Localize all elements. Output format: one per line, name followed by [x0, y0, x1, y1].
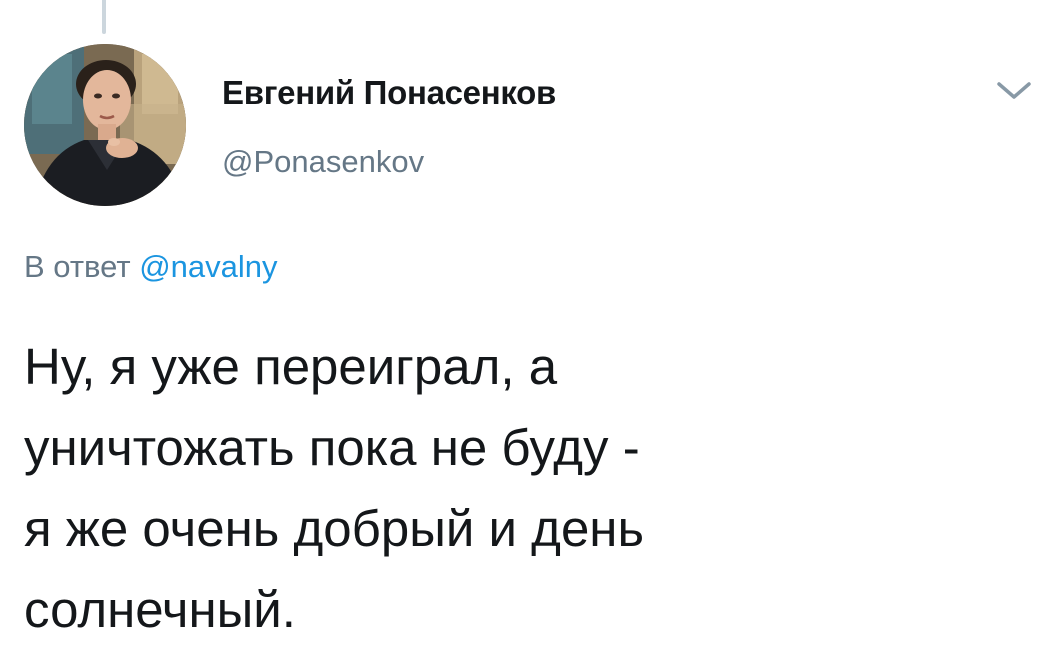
- tweet-text-line: уничтожать пока не буду -: [24, 419, 640, 476]
- reply-mention-link[interactable]: @navalny: [139, 249, 277, 284]
- tweet-text-line: солнечный.: [24, 581, 296, 638]
- thread-connector-line: [102, 0, 106, 34]
- avatar[interactable]: [24, 44, 186, 206]
- profile-photo: [24, 44, 186, 206]
- reply-context: В ответ @navalny: [24, 249, 278, 285]
- chevron-down-icon[interactable]: [994, 78, 1034, 104]
- tweet-text-line: я же очень добрый и день: [24, 500, 645, 557]
- tweet-text-line: Ну, я уже переиграл, а: [24, 338, 558, 395]
- author-handle[interactable]: @Ponasenkov: [222, 144, 424, 180]
- tweet-text: Ну, я уже переиграл, а уничтожать пока н…: [24, 326, 1034, 650]
- author-display-name[interactable]: Евгений Понасенков: [222, 74, 556, 112]
- reply-prefix: В ответ: [24, 249, 131, 284]
